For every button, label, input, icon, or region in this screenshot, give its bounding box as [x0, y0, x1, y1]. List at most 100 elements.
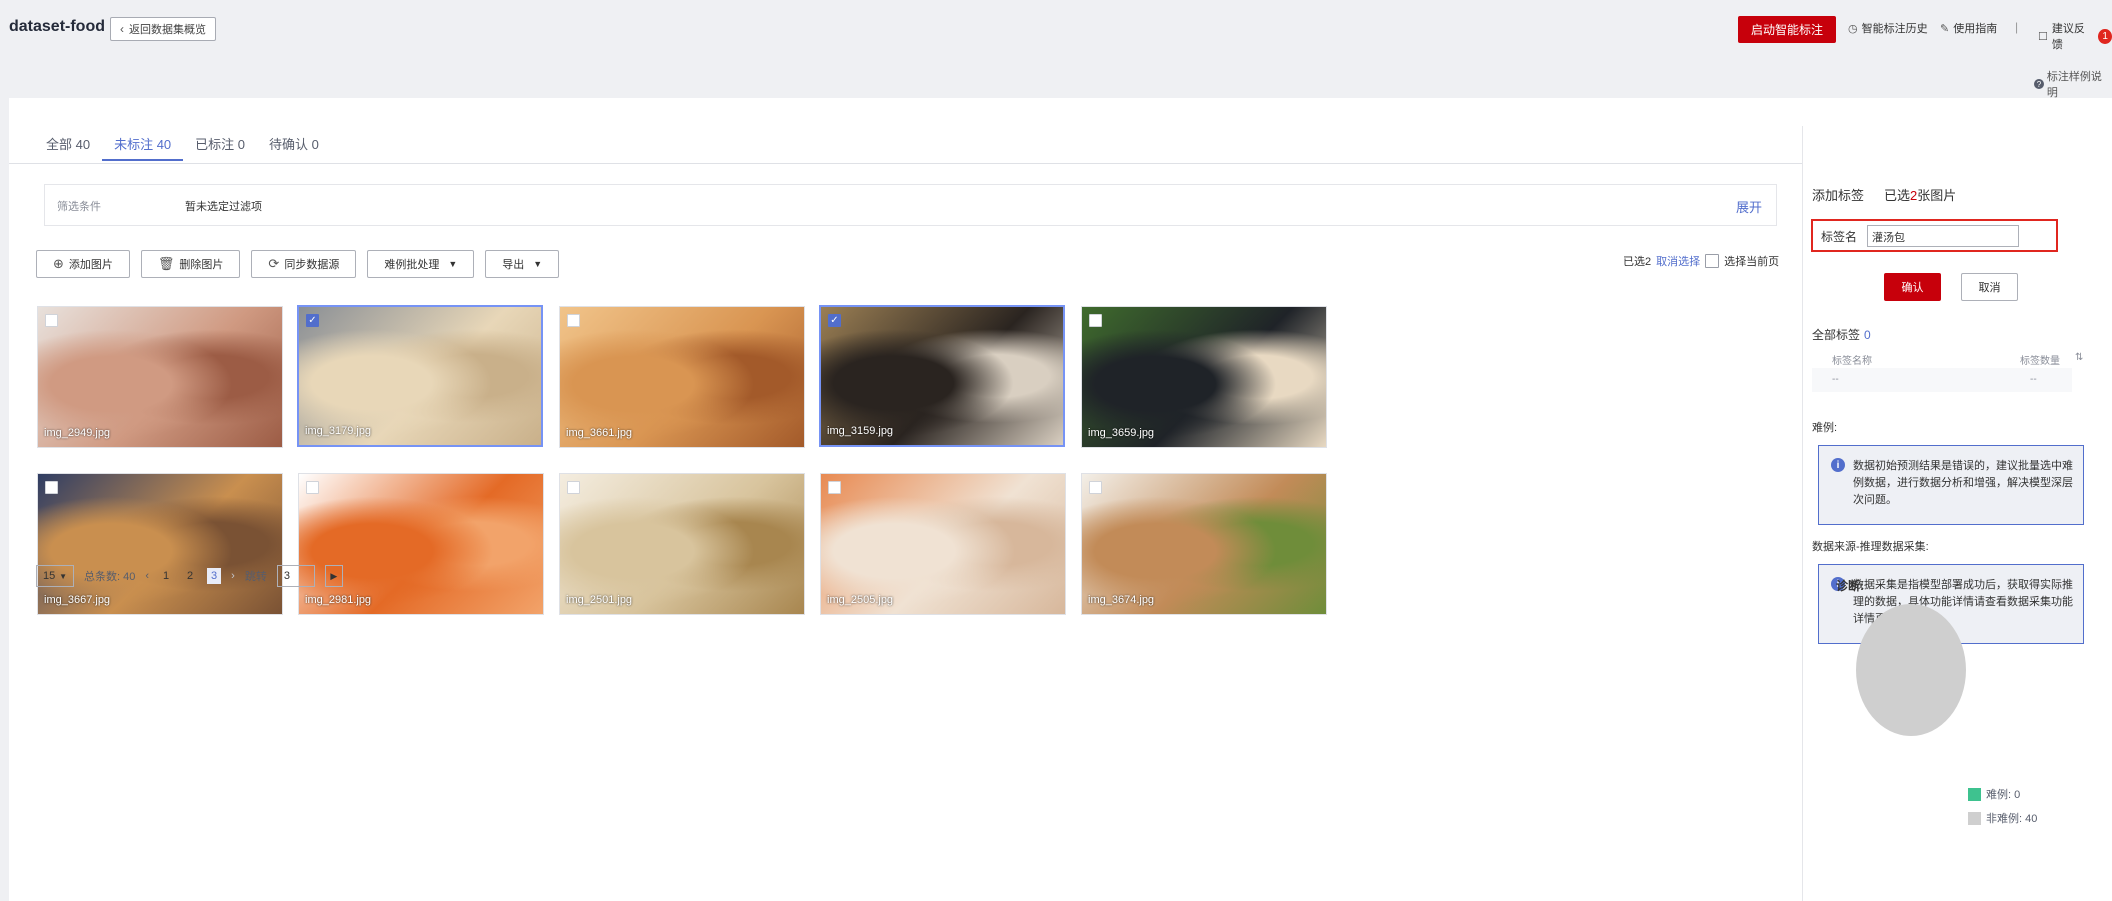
guide-link[interactable]: ✎ 使用指南 [1940, 20, 1997, 36]
guide-link-label: 使用指南 [1953, 23, 1998, 35]
page-title: dataset-food [9, 18, 105, 35]
image-checkbox[interactable] [45, 481, 58, 494]
food-photo [821, 474, 1065, 614]
sync-source-button[interactable]: ⟳ 同步数据源 [251, 250, 357, 278]
prev-page-icon[interactable]: ‹ [145, 570, 149, 582]
sync-icon: ⟳ [268, 256, 280, 271]
image-checkbox[interactable]: ✓ [828, 314, 841, 327]
chevron-left-icon: ‹ [120, 22, 124, 36]
food-photo [299, 474, 543, 614]
add-image-button[interactable]: ⊕ 添加图片 [36, 250, 130, 278]
sort-icon[interactable]: ⇅ [2075, 352, 2083, 363]
feedback-link-label: 建议反馈 [2051, 23, 2085, 51]
image-card[interactable]: img_2981.jpg [298, 473, 544, 615]
image-filename: img_2981.jpg [305, 594, 372, 606]
export-dropdown[interactable]: 导出 ▼ [485, 250, 560, 278]
select-page-checkbox[interactable] [1705, 254, 1720, 268]
hard-example-label: 难例批处理 [384, 259, 440, 271]
label-name-label: 标签名 [1821, 230, 1858, 244]
empty-count-cell: -- [2030, 374, 2037, 385]
next-page-icon[interactable]: › [231, 570, 235, 582]
play-icon: ▶ [330, 570, 338, 581]
hard-example-title: 难例: [1812, 422, 1838, 434]
table-row: -- -- [1812, 368, 2072, 392]
pie-slice-非难例 [1856, 604, 1966, 736]
selected-images-info: 已选2张图片 [1884, 185, 1956, 204]
legend-swatch-nonhard [1968, 811, 1981, 825]
image-checkbox[interactable] [567, 314, 580, 327]
image-card[interactable]: img_3659.jpg [1081, 306, 1327, 448]
cancel-button[interactable]: 取消 [1961, 273, 2018, 301]
confirm-button[interactable]: 确认 [1884, 273, 1941, 301]
image-card[interactable]: img_2949.jpg [37, 306, 283, 448]
col-label-count: 标签数量 [2020, 356, 2060, 367]
tab-bar: 全部 40 未标注 40 已标注 0 待确认 0 [34, 128, 331, 161]
tab-pending[interactable]: 待确认 0 [257, 128, 331, 161]
label-name-input[interactable]: 灌汤包 [1867, 225, 2019, 247]
image-filename: img_2949.jpg [44, 427, 111, 439]
feedback-icon: ☐ [2038, 30, 2048, 43]
image-filename: img_3661.jpg [566, 427, 633, 439]
caret-down-icon: ▼ [448, 259, 458, 269]
jump-page-input[interactable]: 3 [276, 565, 315, 587]
image-checkbox[interactable]: ✓ [306, 314, 319, 327]
filter-label: 筛选条件 [57, 201, 101, 213]
image-card[interactable]: img_2505.jpg [820, 473, 1066, 615]
image-card[interactable]: img_3661.jpg [559, 306, 805, 448]
labels-table: 标签名称 标签数量 ⇅ -- -- [1812, 350, 2083, 392]
sync-source-label: 同步数据源 [284, 259, 340, 271]
delete-image-label: 删除图片 [179, 259, 224, 271]
image-card[interactable]: ✓ img_3179.jpg [297, 305, 543, 447]
food-photo [560, 307, 804, 447]
jump-label: 跳转 [244, 571, 267, 583]
food-photo [560, 474, 804, 614]
food-photo [38, 307, 282, 447]
selected-prefix: 已选 [1884, 188, 1911, 203]
divider: | [2015, 20, 2019, 34]
diagnosis-pie-chart [1856, 604, 1966, 736]
plus-circle-icon: ⊕ [53, 256, 64, 271]
image-card[interactable]: img_3674.jpg [1081, 473, 1327, 615]
history-link[interactable]: ◷ 智能标注历史 [1848, 20, 1928, 36]
all-labels-text: 全部标签 [1812, 328, 1861, 342]
hard-example-dropdown[interactable]: 难例批处理 ▼ [367, 250, 475, 278]
image-checkbox[interactable] [567, 481, 580, 494]
empty-name-cell: -- [1832, 374, 1839, 385]
tab-all[interactable]: 全部 40 [34, 128, 102, 161]
select-page-label: 选择当前页 [1724, 256, 1780, 268]
image-filename: img_3179.jpg [305, 425, 372, 437]
tab-unlabeled[interactable]: 未标注 40 [102, 128, 184, 161]
page-number[interactable]: 1 [159, 570, 173, 582]
go-page-button[interactable]: ▶ [324, 565, 343, 587]
page-size-select[interactable]: 15 ▼ [36, 565, 74, 587]
delete-image-button[interactable]: 🗑 删除图片 [140, 250, 241, 278]
trash-icon: 🗑 [157, 256, 175, 271]
filter-expand-link[interactable]: 展开 [1736, 197, 1762, 216]
start-auto-label-button[interactable]: 启动智能标注 [1738, 16, 1836, 43]
image-checkbox[interactable] [1089, 314, 1102, 327]
image-checkbox[interactable] [1089, 481, 1102, 494]
tab-labeled[interactable]: 已标注 0 [183, 128, 257, 161]
page-number[interactable]: 2 [183, 570, 197, 582]
image-checkbox[interactable] [45, 314, 58, 327]
legend-swatch-hard [1968, 787, 1981, 801]
selected-count: 已选2 [1623, 256, 1652, 268]
example-link[interactable]: ? 标注样例说明 [2034, 68, 2112, 100]
back-button[interactable]: ‹ 返回数据集概览 [110, 17, 216, 41]
image-checkbox[interactable] [306, 481, 319, 494]
image-card[interactable]: img_3667.jpg [37, 473, 283, 615]
total-count: 总条数: 40 [84, 571, 136, 583]
tabs-divider [9, 163, 1802, 164]
caret-down-icon: ▼ [533, 259, 543, 269]
image-card[interactable]: ✓ img_3159.jpg [819, 305, 1065, 447]
page-number-current[interactable]: 3 [207, 568, 222, 584]
legend-nonhard: 非难例: 40 [1968, 810, 2037, 826]
edit-icon: ✎ [1940, 22, 1950, 35]
pagination: 15 ▼ 总条数: 40 ‹ 1 2 3 › 跳转 3 ▶ [36, 565, 343, 587]
image-checkbox[interactable] [828, 481, 841, 494]
cancel-selection-link[interactable]: 取消选择 [1656, 253, 1700, 269]
feedback-link[interactable]: ☐ 建议反馈 1 [2038, 20, 2112, 52]
help-icon: ? [2034, 79, 2044, 89]
image-card[interactable]: img_2501.jpg [559, 473, 805, 615]
clock-icon: ◷ [1848, 22, 1858, 35]
